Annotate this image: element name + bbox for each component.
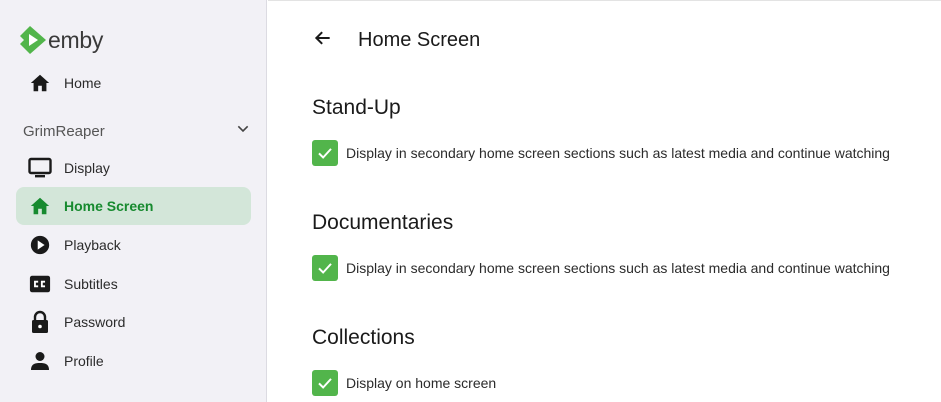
checkbox-label: Display on home screen — [346, 375, 497, 391]
sidebar-item-home-screen[interactable]: Home Screen — [16, 187, 251, 225]
library-title-documentaries: Documentaries — [312, 211, 454, 234]
check-icon — [318, 263, 332, 274]
checkbox-row-collections[interactable]: Display on home screen — [312, 370, 496, 396]
home-icon — [28, 194, 52, 218]
sidebar-item-label: Profile — [64, 353, 104, 369]
checkbox-label: Display in secondary home screen section… — [346, 260, 890, 276]
checkbox[interactable] — [312, 255, 338, 281]
sidebar-item-label: Playback — [64, 237, 121, 253]
sidebar-item-password[interactable]: Password — [16, 303, 251, 341]
check-icon — [318, 148, 332, 159]
lock-icon — [28, 310, 52, 334]
sidebar-item-label: Display — [64, 160, 110, 176]
top-divider — [268, 0, 941, 1]
sidebar-item-playback[interactable]: Playback — [16, 226, 251, 264]
back-button[interactable] — [311, 28, 335, 52]
checkbox[interactable] — [312, 140, 338, 166]
emby-logo-icon — [20, 26, 46, 54]
closed-captions-icon — [28, 272, 52, 296]
monitor-icon — [28, 156, 52, 180]
page-title: Home Screen — [358, 29, 481, 51]
checkbox[interactable] — [312, 370, 338, 396]
library-title-stand-up: Stand-Up — [312, 96, 401, 119]
user-section-header[interactable]: GrimReaper — [23, 120, 251, 142]
sidebar-item-label: Subtitles — [64, 276, 118, 292]
emby-logo[interactable]: emby — [20, 26, 103, 54]
chevron-down-icon[interactable] — [235, 121, 251, 142]
sidebar-item-subtitles[interactable]: Subtitles — [16, 265, 251, 303]
sidebar: emby Home GrimReaper Display Home Screen… — [0, 0, 267, 402]
person-icon — [28, 349, 52, 373]
user-name: GrimReaper — [23, 122, 105, 140]
play-circle-icon — [28, 233, 52, 257]
check-icon — [318, 378, 332, 389]
checkbox-row-documentaries[interactable]: Display in secondary home screen section… — [312, 255, 890, 281]
logo-text: emby — [48, 26, 104, 53]
sidebar-item-display[interactable]: Display — [16, 149, 251, 187]
home-icon — [28, 71, 52, 95]
sidebar-item-profile[interactable]: Profile — [16, 342, 251, 380]
sidebar-item-label: Home Screen — [64, 198, 154, 214]
main-content: Home Screen Stand-Up Display in secondar… — [268, 0, 941, 402]
sidebar-item-label: Password — [64, 314, 126, 330]
library-title-collections: Collections — [312, 326, 415, 349]
arrow-left-icon[interactable] — [313, 28, 333, 53]
checkbox-row-stand-up[interactable]: Display in secondary home screen section… — [312, 140, 890, 166]
sidebar-item-home[interactable]: Home — [16, 64, 251, 102]
checkbox-label: Display in secondary home screen section… — [346, 145, 890, 161]
sidebar-item-label: Home — [64, 75, 102, 91]
